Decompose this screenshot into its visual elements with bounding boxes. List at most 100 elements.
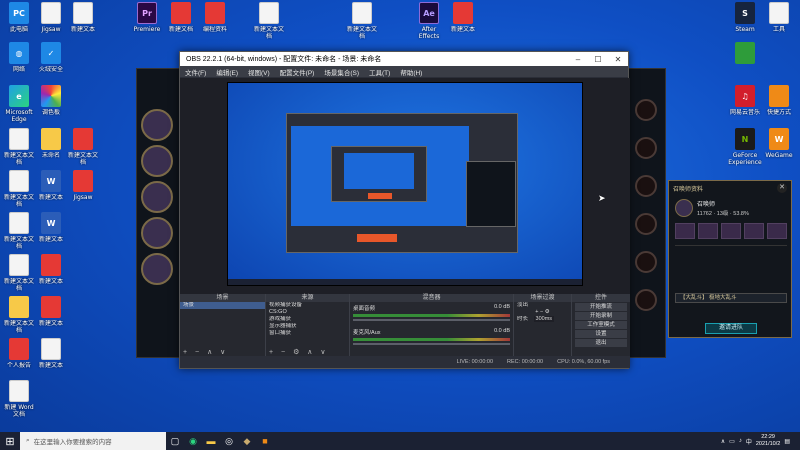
source-item[interactable]: 窗口捕获 [266,330,349,337]
champion-icon[interactable] [675,223,695,239]
edge-icon[interactable]: ◉ [184,432,202,450]
desktop-icon[interactable]: 新建文本文档 [252,2,286,40]
circle-button[interactable] [635,137,657,159]
explorer-icon[interactable]: ▬ [202,432,220,450]
desktop-icon[interactable]: Jigsaw [34,2,68,33]
desktop-icon[interactable]: 新建文本文档 [66,128,100,166]
champion-icon[interactable] [721,223,741,239]
exit-button[interactable]: 退出 [575,339,627,347]
desktop-icon[interactable]: 快捷方式 [762,85,796,116]
settings-button[interactable]: 设置 [575,330,627,338]
source-item[interactable]: CS:GO [266,309,349,316]
champion-icon[interactable] [698,223,718,239]
desktop-icon[interactable]: N GeForce Experience [728,128,762,166]
close-button[interactable]: ✕ [608,55,628,64]
menu-profile[interactable]: 配置文件(P) [275,67,320,77]
windows-start-icon[interactable]: ⊞ [0,435,20,448]
obs-icon[interactable]: ◎ [220,432,238,450]
desktop-icon[interactable]: 工具 [762,2,796,33]
menu-view[interactable]: 视图(V) [243,67,275,77]
menu-tools[interactable]: 工具(T) [364,67,395,77]
desktop-icon[interactable]: 新建文本 [446,2,480,33]
menu-edit[interactable]: 编辑(E) [211,67,243,77]
invite-button[interactable]: 邀请进队 [705,323,757,334]
maximize-button[interactable]: ☐ [588,55,608,64]
desktop-icon[interactable]: 新建文本文档 [2,212,36,250]
volume-slider[interactable] [353,343,510,345]
source-item[interactable]: 视频捕获设备 [266,302,349,309]
transition-toolbar[interactable]: + − ⚙ [514,309,571,316]
start-recording-button[interactable]: 开始录制 [575,312,627,320]
source-toolbar[interactable]: + − ⚙ ∧ ∨ [269,348,328,356]
scene-toolbar[interactable]: + − ∧ ∨ [183,348,228,356]
desktop-icon[interactable]: W 新建文本 [34,170,68,201]
desktop-icon[interactable]: 新建文本 [34,338,68,369]
app-icon[interactable]: ■ [256,432,274,450]
desktop-icon[interactable]: 新建文档 [164,2,198,33]
menu-scene-collection[interactable]: 场景集合(S) [319,67,364,77]
source-item[interactable]: 显示器捕获 [266,323,349,330]
minimize-button[interactable]: – [568,55,588,64]
champion-icon[interactable] [767,223,787,239]
source-item[interactable]: 游戏捕获 [266,316,349,323]
avatar[interactable] [141,253,173,285]
obs-window[interactable]: OBS 22.2.1 (64-bit, windows) - 配置文件: 未命名… [179,51,630,369]
desktop-icon[interactable]: 新建文本文档 [345,2,379,40]
desktop-icon[interactable]: 未命名 [34,128,68,159]
desktop-icon[interactable]: ✓ 火绒安全 [34,42,68,73]
volume-slider[interactable] [353,319,510,321]
desktop-icon[interactable]: W 新建文本 [34,212,68,243]
champion-icon[interactable] [744,223,764,239]
obs-preview[interactable] [180,78,630,294]
desktop-icon[interactable]: Ae After Effects [412,2,446,40]
ime-icon[interactable]: 中 [746,437,752,446]
desktop-icon[interactable]: 新建 Word 文档 [2,380,36,418]
circle-button[interactable] [635,213,657,235]
studio-mode-button[interactable]: 工作室模式 [575,321,627,329]
desktop-icon[interactable]: 编程资料 [198,2,232,33]
circle-button[interactable] [635,99,657,121]
desktop-icon[interactable]: 调色板 [34,85,68,116]
search-input[interactable]: ⌕ 在这里输入你要搜索的内容 [20,432,166,450]
notification-icon[interactable]: ▤ [784,438,790,445]
desktop-icon[interactable]: 新建文本 [66,2,100,33]
desktop-icon[interactable]: 新建文本文档 [2,128,36,166]
menu-help[interactable]: 帮助(H) [395,67,427,77]
tray-arrow-icon[interactable]: ∧ [721,438,725,445]
desktop-icon[interactable]: Jigsaw [66,170,100,201]
desktop-icon[interactable]: 个人报告 [2,338,36,369]
desktop-icon[interactable]: 新建文本 [34,296,68,327]
avatar[interactable] [141,181,173,213]
menu-file[interactable]: 文件(F) [180,67,211,77]
avatar[interactable] [141,145,173,177]
desktop-icon[interactable]: W WeGame [762,128,796,159]
circle-button[interactable] [635,289,657,311]
close-icon[interactable]: ✕ [777,183,787,193]
desktop-icon[interactable]: 新建文本 [34,254,68,285]
desktop-icon[interactable]: e Microsoft Edge [2,85,36,123]
avatar[interactable] [141,109,173,141]
desktop-icon[interactable]: PC 此电脑 [2,2,36,33]
desktop-icon[interactable]: ◍ 网络 [2,42,36,73]
desktop-icon[interactable]: S Steam [728,2,762,33]
volume-icon[interactable]: ♪ [739,438,742,444]
desktop-icon[interactable]: 新建文本文档 [2,296,36,334]
desktop-icon[interactable] [728,42,762,66]
transition-select[interactable]: 淡出 [514,302,571,309]
start-streaming-button[interactable]: 开始推流 [575,303,627,311]
circle-button[interactable] [635,251,657,273]
desktop-icon[interactable]: 新建文本文档 [2,170,36,208]
desktop-icon[interactable]: 新建文本文档 [2,254,36,292]
desktop-icon[interactable]: Pr Premiere [130,2,164,33]
circle-button[interactable] [635,175,657,197]
obs-titlebar[interactable]: OBS 22.2.1 (64-bit, windows) - 配置文件: 未命名… [180,52,628,66]
duration-input[interactable]: 300ms [533,316,555,322]
clock[interactable]: 22:29 2021/10/2 [756,434,780,448]
scene-item[interactable]: 场景 [180,302,265,309]
network-icon[interactable]: ▭ [729,438,735,445]
desktop-icon[interactable]: ♫ 网易云音乐 [728,85,762,116]
avatar[interactable] [141,217,173,249]
task-view-icon[interactable]: ▢ [166,432,184,450]
mode-select[interactable]: 【大乱斗】 极地大乱斗 [675,293,787,303]
game-icon[interactable]: ◆ [238,432,256,450]
